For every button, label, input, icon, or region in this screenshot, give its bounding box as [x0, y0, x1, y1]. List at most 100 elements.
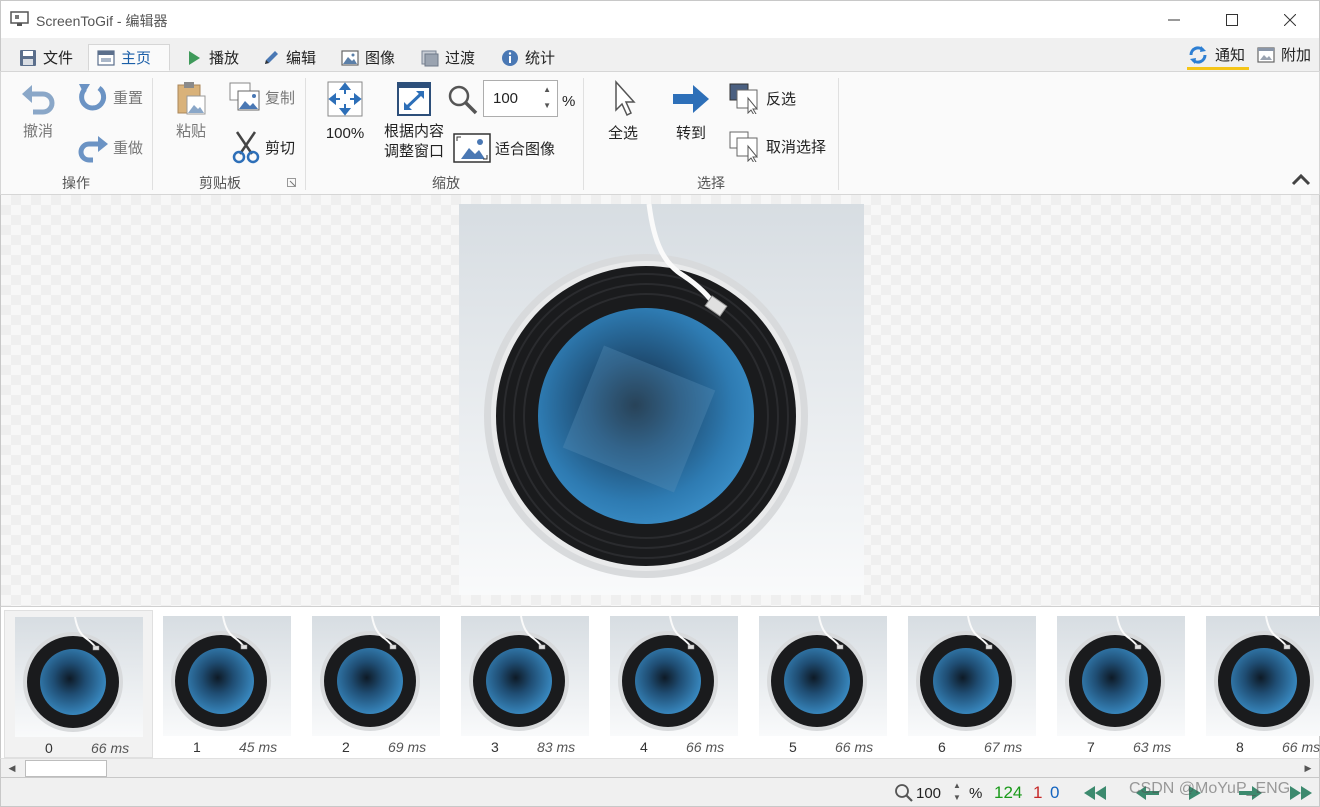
- paste-button[interactable]: 粘贴: [169, 80, 213, 142]
- frame-thumbnail[interactable]: 6 67 ms: [898, 610, 1047, 758]
- undo-button[interactable]: 撤消: [15, 80, 61, 142]
- status-zoom-value[interactable]: 100: [916, 785, 941, 802]
- maximize-icon: [1226, 14, 1238, 26]
- status-zoom-up-icon[interactable]: ▲: [953, 781, 961, 790]
- cursor-icon: [615, 80, 636, 117]
- tab-edit[interactable]: 编辑: [254, 44, 324, 71]
- frame-duration: 66 ms: [686, 739, 725, 755]
- play-icon: [189, 50, 200, 65]
- fit-window-icon: [397, 82, 431, 116]
- frame-thumbnail[interactable]: 4 66 ms: [600, 610, 749, 758]
- frame-thumbnail-image: [163, 615, 291, 736]
- pencil-icon: [265, 50, 278, 64]
- tab-transition[interactable]: 过渡: [413, 44, 483, 71]
- reset-label: 重置: [113, 89, 144, 107]
- frame-thumbnail-image: [1057, 615, 1185, 736]
- group-separator: [152, 78, 153, 190]
- tab-image[interactable]: 图像: [333, 44, 403, 71]
- frame-thumbnail-image: [461, 615, 589, 736]
- deselect-button[interactable]: 取消选择: [728, 130, 826, 162]
- fit-image-icon: [453, 133, 491, 163]
- frame-thumbnail-image: [610, 615, 738, 736]
- reset-button[interactable]: 重置: [75, 80, 143, 114]
- frame-duration: 66 ms: [1282, 739, 1320, 755]
- current-frame-image: [459, 204, 864, 595]
- frame-duration: 63 ms: [1133, 739, 1172, 755]
- maximize-button[interactable]: [1203, 1, 1261, 39]
- clipboard-group-label: 剪贴板: [199, 175, 241, 191]
- close-button[interactable]: [1261, 1, 1319, 39]
- frame-index: 8: [1236, 739, 1244, 755]
- frame-index: 3: [491, 739, 499, 755]
- frame-index: 2: [342, 739, 350, 755]
- expand-icon: [327, 81, 363, 117]
- tab-extras[interactable]: 附加: [1249, 40, 1319, 69]
- home-window-icon: [97, 49, 115, 66]
- status-zoom-down-icon[interactable]: ▼: [953, 793, 961, 802]
- zoom-input-value: 100: [493, 90, 519, 107]
- invert-selection-button[interactable]: 反选: [728, 82, 796, 114]
- redo-button[interactable]: 重做: [75, 130, 143, 164]
- tab-image-label: 图像: [365, 50, 396, 67]
- zoom-100-label: 100%: [325, 125, 365, 142]
- frame-list[interactable]: 0 66 ms 1 45 ms 2 69 ms 3 83 ms 4 66 ms 5 66 ms 6 67 …: [0, 606, 1320, 758]
- tab-file[interactable]: 文件: [11, 44, 81, 71]
- transition-icon: [421, 50, 439, 66]
- redo-icon: [78, 136, 108, 163]
- frame-duration: 66 ms: [91, 740, 130, 756]
- zoom-100-button[interactable]: 100%: [323, 80, 367, 144]
- cut-button[interactable]: 剪切: [231, 130, 295, 164]
- fit-window-button[interactable]: 根据内容 调整窗口: [379, 80, 449, 162]
- zoom-percent-label: %: [562, 93, 576, 110]
- reset-icon: [79, 84, 107, 111]
- first-frame-icon[interactable]: [1083, 785, 1109, 801]
- fit-image-button[interactable]: 适合图像: [453, 133, 555, 163]
- watermark-text: CSDN @MoYuP_ENG: [1129, 780, 1291, 797]
- frame-thumbnail[interactable]: 3 83 ms: [451, 610, 600, 758]
- save-icon: [20, 49, 36, 66]
- goto-label: 转到: [675, 125, 706, 142]
- frame-thumbnail[interactable]: 2 69 ms: [302, 610, 451, 758]
- monitor-icon: [10, 11, 29, 26]
- dialog-launcher-icon[interactable]: [287, 178, 296, 187]
- info-icon: [502, 49, 518, 66]
- frame-thumbnail[interactable]: 1 45 ms: [153, 610, 302, 758]
- copy-button[interactable]: 复制: [229, 82, 295, 112]
- minimize-button[interactable]: [1145, 1, 1203, 39]
- frame-thumbnail[interactable]: 8 66 ms: [1196, 610, 1320, 758]
- scrollbar-thumb[interactable]: [25, 760, 107, 777]
- frame-thumbnail[interactable]: 5 66 ms: [749, 610, 898, 758]
- zoom-up-icon[interactable]: ▲: [543, 85, 551, 94]
- ribbon-home: 撤消 重置 重做 操作 粘贴 复制 剪切 剪贴板 100% 根据内容 调整窗口 …: [0, 71, 1320, 195]
- tab-file-label: 文件: [43, 50, 74, 67]
- select-all-button[interactable]: 全选: [601, 80, 645, 144]
- magnifier-icon: [448, 85, 478, 115]
- frame-duration: 69 ms: [388, 739, 427, 755]
- zoom-input[interactable]: 100 ▲ ▼: [483, 80, 558, 117]
- frame-thumbnail[interactable]: 7 63 ms: [1047, 610, 1196, 758]
- tab-home[interactable]: 主页: [88, 44, 170, 71]
- invert-selection-label: 反选: [766, 90, 797, 108]
- goto-button[interactable]: 转到: [669, 80, 713, 144]
- scroll-right-icon[interactable]: ▶: [1299, 760, 1317, 777]
- frame-list-scrollbar[interactable]: ◀ ▶: [0, 758, 1320, 778]
- last-frame-icon[interactable]: [1287, 785, 1313, 801]
- arrow-right-icon: [673, 85, 709, 113]
- scroll-left-icon[interactable]: ◀: [3, 760, 21, 777]
- zoom-down-icon[interactable]: ▼: [543, 101, 551, 110]
- status-bar: 100 ▲ ▼ % 124 1 0 CSDN @MoYuP_ENG: [0, 778, 1320, 807]
- frame-canvas: [0, 195, 1320, 606]
- tab-play[interactable]: 播放: [177, 44, 247, 71]
- deselect-label: 取消选择: [766, 138, 827, 156]
- tab-home-label: 主页: [121, 50, 152, 67]
- paste-label: 粘贴: [175, 123, 206, 140]
- tab-notifications[interactable]: 通知: [1179, 40, 1253, 69]
- fit-window-label-1: 根据内容: [383, 123, 444, 140]
- tab-statistics[interactable]: 统计: [493, 44, 563, 71]
- current-frame-index: 0: [1050, 783, 1060, 802]
- frame-index: 5: [789, 739, 797, 755]
- frame-index: 4: [640, 739, 648, 755]
- ribbon-tab-row: 文件 主页 播放 编辑 图像 过渡 统计 通知 附加: [0, 38, 1320, 71]
- collapse-ribbon-icon[interactable]: [1291, 172, 1311, 186]
- frame-thumbnail[interactable]: 0 66 ms: [4, 610, 153, 758]
